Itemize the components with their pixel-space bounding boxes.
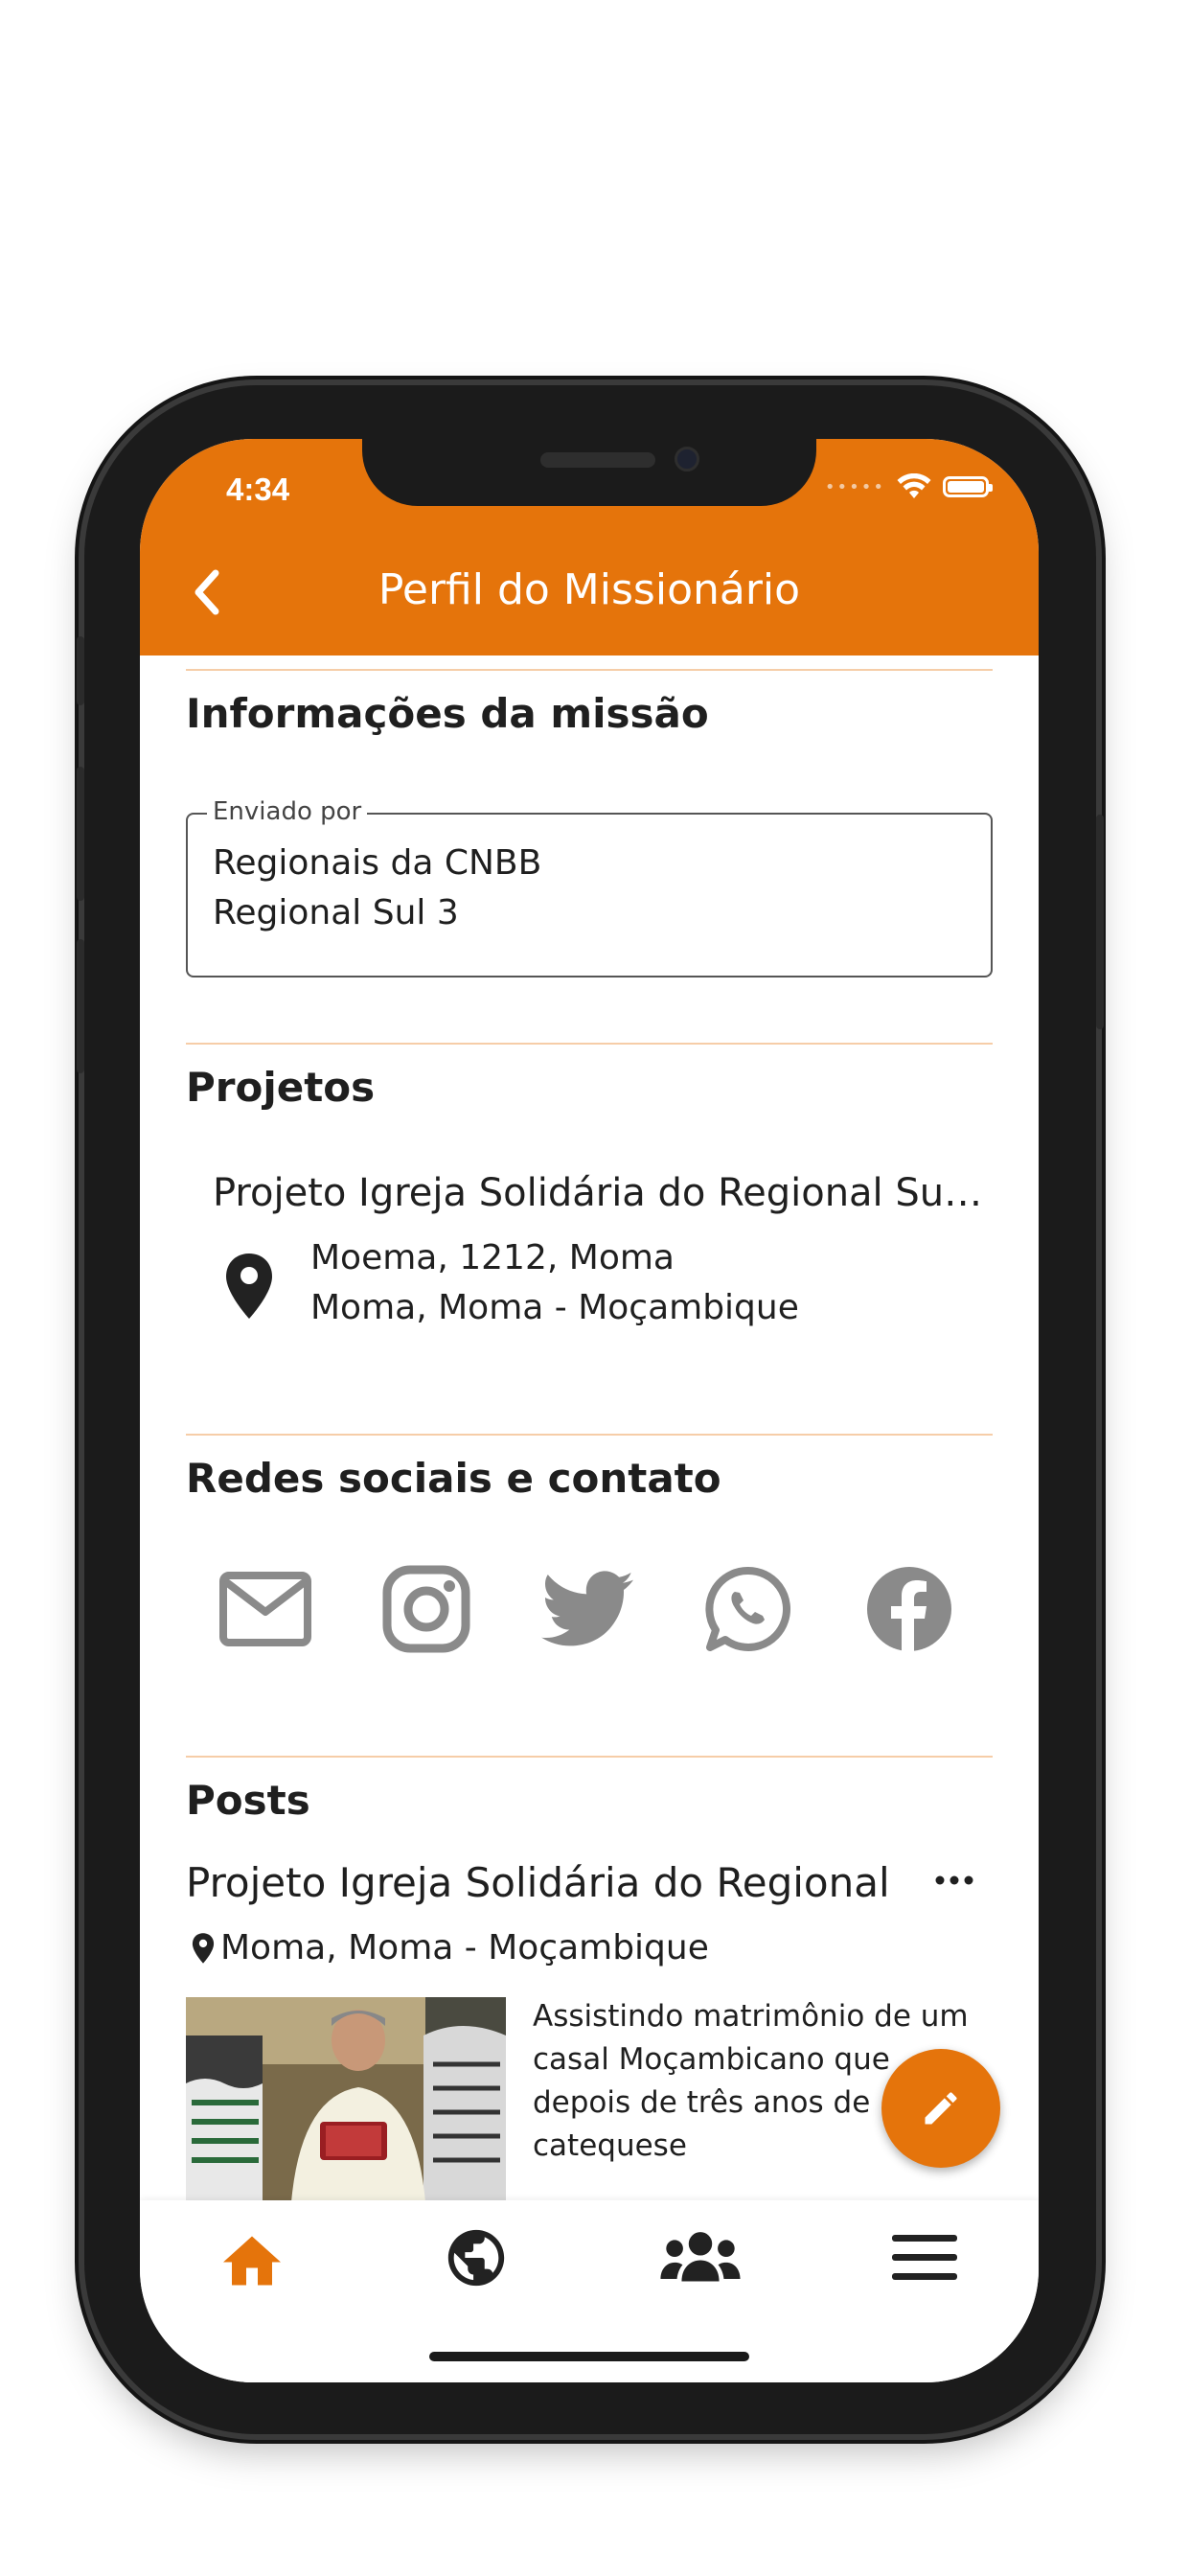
post-more-button[interactable]	[926, 1861, 983, 1899]
page-title: Perfil do Missionário	[378, 565, 801, 614]
bottom-tab-bar	[140, 2200, 1039, 2382]
volume-down-button	[77, 939, 84, 1073]
menu-icon	[892, 2235, 957, 2280]
project-address-line-1: Moema, 1212, Moma	[310, 1238, 675, 1277]
mute-switch	[77, 636, 84, 705]
front-camera	[675, 447, 699, 472]
post-title[interactable]: Projeto Igreja Solidária do Regional	[186, 1859, 890, 1906]
globe-icon	[447, 2229, 505, 2287]
mission-info-title: Informações da missão	[186, 690, 709, 737]
project-title[interactable]: Projeto Igreja Solidária do Regional Sul…	[213, 1171, 989, 1215]
sent-by-field: Enviado por Regionais da CNBB Regional S…	[186, 797, 993, 978]
post-image[interactable]	[186, 1997, 506, 2202]
social-title: Redes sociais e contato	[186, 1455, 721, 1502]
map-pin-icon	[192, 1932, 215, 1964]
volume-up-button	[77, 767, 84, 901]
tab-menu[interactable]	[812, 2200, 1037, 2315]
sent-by-label: Enviado por	[207, 797, 368, 826]
divider	[186, 669, 993, 671]
divider	[186, 1756, 993, 1758]
tab-home[interactable]	[140, 2200, 364, 2315]
app-screen: 4:34 ••••• Perfil do Missionário Informa…	[140, 439, 1039, 2382]
home-indicator	[429, 2352, 749, 2361]
home-icon	[223, 2236, 281, 2286]
post-location-text: Moma, Moma - Moçambique	[220, 1928, 709, 1967]
sent-by-line-2: Regional Sul 3	[213, 893, 459, 932]
instagram-icon	[382, 1565, 470, 1653]
whatsapp-icon	[705, 1566, 790, 1651]
twitter-button[interactable]	[535, 1556, 640, 1662]
whatsapp-button[interactable]	[696, 1556, 801, 1662]
power-button	[1096, 815, 1104, 1029]
social-row	[186, 1556, 993, 1662]
email-icon	[219, 1572, 311, 1646]
divider	[186, 1043, 993, 1045]
status-icons: •••••	[824, 473, 993, 500]
post-location: Moma, Moma - Moçambique	[192, 1928, 709, 1967]
status-time: 4:34	[226, 472, 290, 507]
notch	[362, 439, 816, 506]
instagram-button[interactable]	[374, 1556, 479, 1662]
projects-title: Projetos	[186, 1064, 376, 1111]
twitter-icon	[541, 1571, 633, 1646]
people-icon	[660, 2232, 741, 2282]
more-horizontal-icon	[935, 1875, 973, 1885]
edit-fab-button[interactable]	[881, 2049, 1000, 2168]
facebook-button[interactable]	[857, 1556, 962, 1662]
wifi-icon	[897, 473, 931, 498]
email-button[interactable]	[213, 1556, 318, 1662]
signal-icon: •••••	[824, 476, 885, 497]
pencil-icon	[925, 2092, 957, 2125]
sent-by-line-1: Regionais da CNBB	[213, 843, 542, 883]
tab-community[interactable]	[588, 2200, 812, 2315]
posts-title: Posts	[186, 1777, 310, 1824]
battery-icon	[943, 476, 993, 497]
project-address-line-2: Moma, Moma - Moçambique	[310, 1288, 799, 1327]
speaker-grille	[540, 452, 655, 468]
facebook-icon	[867, 1567, 951, 1653]
map-pin-icon	[224, 1252, 274, 1324]
divider	[186, 1434, 993, 1436]
tab-world[interactable]	[364, 2200, 588, 2315]
